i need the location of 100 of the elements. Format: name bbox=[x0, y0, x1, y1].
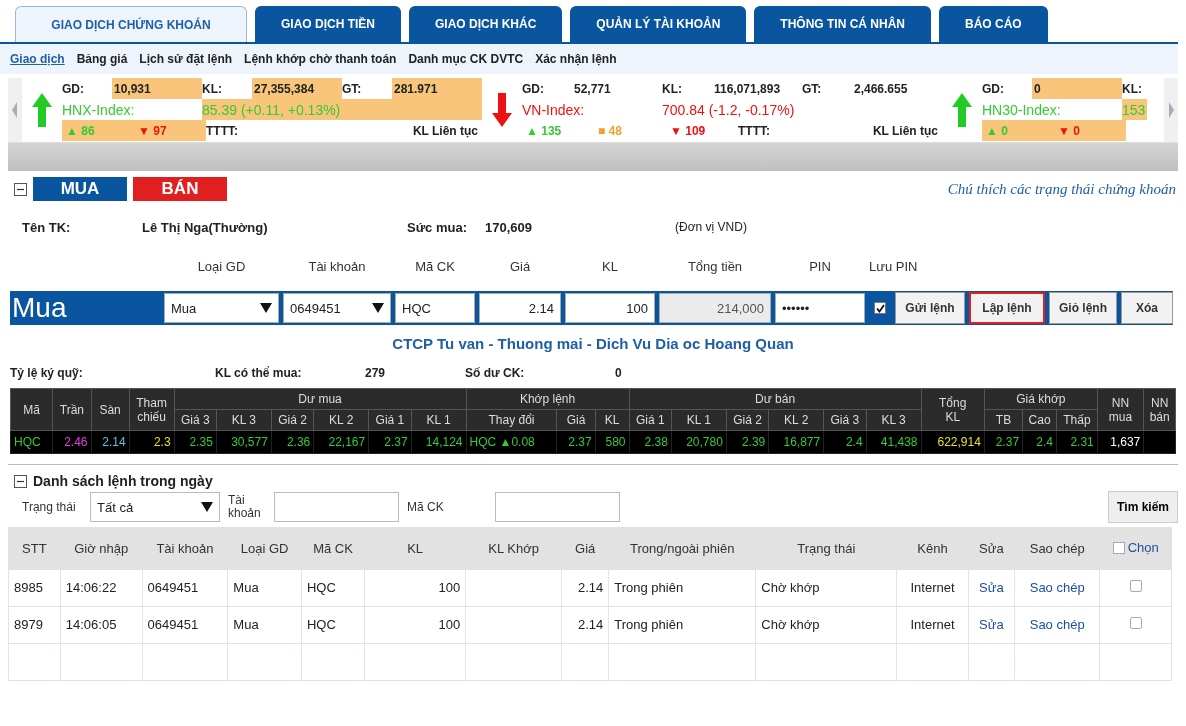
input-field[interactable] bbox=[495, 492, 620, 522]
search-button[interactable]: Tìm kiếm bbox=[1107, 491, 1178, 523]
side-tab[interactable]: MUA bbox=[33, 177, 127, 201]
sub-nav-link[interactable]: Bảng giá bbox=[76, 52, 128, 66]
column-header: Mã CK bbox=[301, 527, 365, 569]
sub-nav-link[interactable]: Danh mục CK DVTC bbox=[408, 52, 524, 66]
column-header: Tài khoản bbox=[142, 527, 228, 569]
sub-nav-link[interactable]: Lịch sử đặt lệnh bbox=[139, 52, 233, 66]
select-field[interactable]: Tất cả bbox=[90, 492, 220, 522]
column-header: Trạng thái bbox=[755, 527, 897, 569]
sub-nav-link[interactable]: Lệnh khớp chờ thanh toán bbox=[244, 52, 397, 66]
index-value: 153 bbox=[1122, 99, 1148, 120]
table-cell: Trong phiên bbox=[608, 569, 756, 606]
count-value: ▲ 86 bbox=[62, 120, 134, 141]
stat-value: 2,466.655 bbox=[853, 80, 909, 98]
stat-value: 0 bbox=[615, 366, 623, 380]
side-label: Mua bbox=[11, 292, 67, 324]
section-title: Danh sách lệnh trong ngày bbox=[33, 473, 213, 489]
column-header: Giá 3 bbox=[823, 409, 867, 431]
column-header: KL 1 bbox=[411, 409, 467, 431]
order-button[interactable]: Xóa bbox=[1121, 292, 1173, 324]
main-tab[interactable]: GIAO DỊCH CHỨNG KHOÁN bbox=[15, 6, 247, 42]
table-cell: Mua bbox=[227, 569, 302, 606]
column-group-header: Dư mua bbox=[174, 388, 467, 410]
stat-label: GD: bbox=[62, 81, 85, 96]
column-header: Giá 1 bbox=[368, 409, 412, 431]
table-cell: 2.14 bbox=[561, 569, 609, 606]
column-header: NN mua bbox=[1097, 388, 1144, 431]
stat-label: GD: bbox=[982, 81, 1005, 96]
scroll-left-icon[interactable] bbox=[8, 78, 22, 142]
field-label: Giá bbox=[508, 259, 532, 276]
input-field[interactable]: HQC bbox=[395, 293, 475, 323]
select-field[interactable]: 0649451 bbox=[283, 293, 391, 323]
collapse-icon[interactable] bbox=[14, 182, 27, 196]
caret-icon bbox=[201, 502, 213, 512]
column-header: Mã bbox=[10, 388, 53, 431]
column-header: KL bbox=[364, 527, 466, 569]
table-cell: Internet bbox=[896, 606, 969, 643]
table-cell: 0649451 bbox=[142, 569, 228, 606]
main-tab[interactable]: QUẢN LÝ TÀI KHOẢN bbox=[570, 6, 747, 42]
column-header: Giá bbox=[556, 409, 596, 431]
stat-label: GD: bbox=[522, 81, 545, 96]
scroll-right-icon[interactable] bbox=[1164, 78, 1178, 142]
input-field[interactable] bbox=[274, 492, 399, 522]
side-tab[interactable]: BÁN bbox=[133, 177, 227, 201]
column-header: Giá 1 bbox=[629, 409, 672, 431]
order-button[interactable]: Gửi lệnh bbox=[895, 292, 965, 324]
checkbox[interactable] bbox=[1129, 617, 1142, 629]
index-name: HN30-Index: bbox=[982, 101, 1062, 118]
column-header: Kênh bbox=[896, 527, 969, 569]
checkbox[interactable] bbox=[874, 302, 886, 314]
field-label: Loại GD bbox=[196, 259, 247, 276]
select-all-link[interactable]: Chọn bbox=[1127, 540, 1159, 555]
input-field[interactable]: 2.14 bbox=[479, 293, 561, 323]
column-group-header: Dư bán bbox=[629, 388, 922, 410]
stat-label: GT: bbox=[342, 81, 363, 96]
order-button[interactable]: Giỏ lệnh bbox=[1049, 292, 1117, 324]
main-tab[interactable]: THÔNG TIN CÁ NHÂN bbox=[754, 6, 932, 42]
field-label: Tổng tiền bbox=[686, 259, 744, 276]
column-header: Tham chiếu bbox=[129, 388, 175, 431]
table-cell: 8979 bbox=[8, 606, 61, 643]
column-header: Loại GD bbox=[227, 527, 302, 569]
column-header: Giá bbox=[561, 527, 609, 569]
account-label: Tên TK: bbox=[22, 219, 72, 235]
order-button[interactable]: Lập lệnh bbox=[969, 292, 1045, 324]
column-header: Trần bbox=[52, 388, 91, 431]
count-value: ▼ 109 bbox=[669, 122, 707, 140]
field-label: PIN bbox=[808, 259, 832, 276]
input-field[interactable]: 100 bbox=[565, 293, 655, 323]
checkbox[interactable] bbox=[1112, 541, 1125, 554]
stat-label: GT: bbox=[802, 81, 823, 96]
checkbox[interactable] bbox=[1129, 580, 1142, 592]
account-name: Lê Thị Nga(Thường) bbox=[142, 219, 269, 235]
main-tab[interactable]: GIAO DỊCH TIỀN bbox=[255, 6, 401, 42]
select-field[interactable]: Mua bbox=[164, 293, 279, 323]
stat-label: KL: bbox=[202, 81, 223, 96]
input-field[interactable]: •••••• bbox=[775, 293, 865, 323]
sub-nav-link[interactable]: Giao dịch bbox=[10, 52, 65, 66]
column-header: KL bbox=[595, 409, 630, 431]
column-header: KL 2 bbox=[313, 409, 369, 431]
column-header: TB bbox=[984, 409, 1023, 431]
table-cell: HQC bbox=[301, 606, 365, 643]
table-cell: Chờ khớp bbox=[755, 569, 897, 606]
count-value: ▲ 0 bbox=[982, 120, 1054, 141]
caret-icon bbox=[372, 303, 384, 313]
column-header: KL 3 bbox=[216, 409, 272, 431]
buying-power-value: 170,609 bbox=[485, 219, 533, 235]
collapse-icon[interactable] bbox=[14, 474, 27, 488]
main-tab[interactable]: GIAO DỊCH KHÁC bbox=[409, 6, 563, 42]
stat-value: 281.971 bbox=[392, 78, 482, 99]
main-tab[interactable]: BÁO CÁO bbox=[939, 6, 1048, 42]
up-arrow-icon bbox=[32, 93, 52, 127]
column-group-header: Giá khớp bbox=[984, 388, 1098, 410]
column-header: KL Khớp bbox=[465, 527, 562, 569]
table-cell: 8985 bbox=[8, 569, 61, 606]
down-arrow-icon bbox=[492, 93, 512, 127]
sub-nav-link[interactable]: Xác nhận lệnh bbox=[535, 52, 617, 66]
column-header: Giá 2 bbox=[726, 409, 769, 431]
stat-value: 27,355,384 bbox=[252, 78, 342, 99]
legend-link[interactable]: Chú thích các trạng thái chứng khoán bbox=[947, 180, 1176, 198]
